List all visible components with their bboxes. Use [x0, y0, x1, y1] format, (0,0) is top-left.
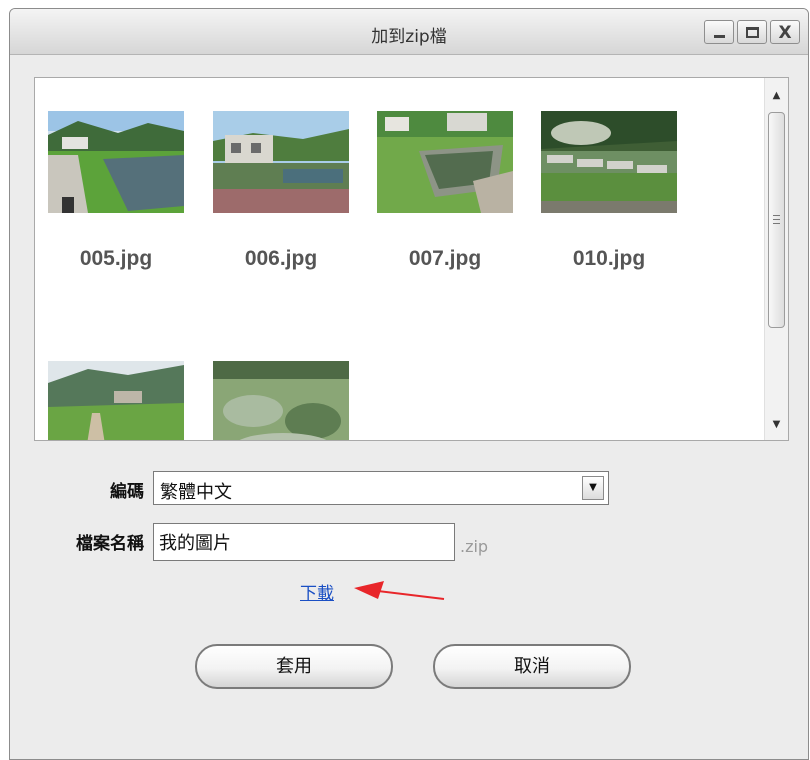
thumbnail-item[interactable]: 010.jpg [541, 111, 677, 271]
encoding-select-value: 繁體中文 [160, 482, 232, 503]
thumbnail-label: 007.jpg [408, 247, 482, 270]
zip-dialog-window: 加到zip檔 X 005.jpg 006.jpg 007.jpg 010.jpg… [9, 8, 809, 760]
filename-label: 檔案名稱 [76, 534, 144, 554]
scrollbar-thumb[interactable] [768, 112, 785, 328]
red-arrow-icon [354, 581, 445, 600]
thumbnail-image-lawn-pond [48, 111, 184, 213]
thumbnail-label: 006.jpg [244, 247, 318, 270]
thumbnail-image-stream-stones [541, 111, 677, 213]
thumbnail-image-hillside-path [48, 361, 184, 440]
encoding-select[interactable]: 繁體中文 ▼ [153, 471, 609, 505]
close-icon: X [778, 23, 792, 43]
thumbnail-label: 005.jpg [79, 247, 153, 270]
thumbnail-image-garden-pond [377, 111, 513, 213]
encoding-label: 編碼 [110, 482, 144, 502]
minimize-button[interactable] [704, 20, 734, 44]
thumbnail-item[interactable] [48, 361, 184, 440]
scroll-up-arrow-icon[interactable]: ▲ [765, 90, 788, 101]
zip-extension-label: .zip [460, 537, 489, 556]
maximize-button[interactable] [737, 20, 767, 44]
apply-button[interactable]: 套用 [195, 644, 393, 689]
window-title: 加到zip檔 [371, 27, 447, 47]
thumbnail-item[interactable]: 006.jpg [213, 111, 349, 271]
cancel-button[interactable]: 取消 [433, 644, 631, 689]
close-button[interactable]: X [770, 20, 800, 44]
filename-input[interactable] [153, 523, 455, 561]
scroll-down-arrow-icon[interactable]: ▼ [765, 419, 788, 430]
minimize-icon [714, 35, 725, 38]
grip-icon [773, 215, 780, 224]
vertical-scrollbar[interactable]: ▲ ▼ [764, 78, 788, 440]
thumbnail-item[interactable]: 005.jpg [48, 111, 184, 271]
thumbnail-image-wetland-plants [213, 361, 349, 440]
chevron-down-icon[interactable]: ▼ [582, 476, 604, 500]
thumbnail-list[interactable]: 005.jpg 006.jpg 007.jpg 010.jpg ▲ ▼ [34, 77, 789, 441]
window-controls: X [704, 20, 800, 44]
maximize-icon [746, 27, 759, 38]
thumbnail-item[interactable] [213, 361, 349, 440]
thumbnail-label: 010.jpg [572, 247, 646, 270]
thumbnail-item[interactable]: 007.jpg [377, 111, 513, 271]
download-link[interactable]: 下載 [300, 579, 334, 604]
thumbnail-image-building-pond [213, 111, 349, 213]
title-bar[interactable]: 加到zip檔 X [10, 9, 808, 55]
